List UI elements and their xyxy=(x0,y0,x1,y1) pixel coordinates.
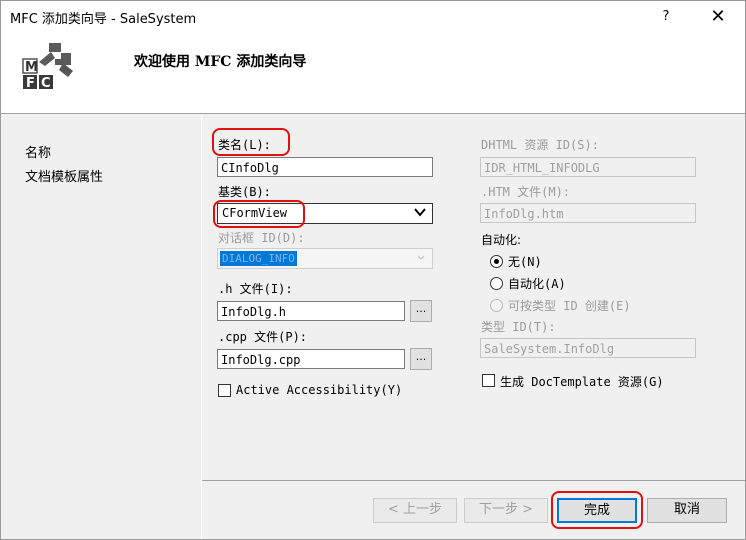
nav-item-doc-template[interactable]: 文档模板属性 xyxy=(25,166,103,185)
automation-none-label: 无(N) xyxy=(508,255,542,269)
main-pane: 类名(L): CInfoDlg 基类(B): CFormView 对话框 ID(… xyxy=(202,114,745,539)
cpp-file-label: .cpp 文件(P): xyxy=(218,330,308,344)
base-class-value: CFormView xyxy=(222,206,288,220)
dhtml-id-label: DHTML 资源 ID(S): xyxy=(481,138,599,152)
type-id-label: 类型 ID(T): xyxy=(481,320,556,334)
htm-file-input[interactable]: InfoDlg.htm xyxy=(480,203,696,223)
automation-createable-label: 可按类型 ID 创建(E) xyxy=(508,299,631,313)
wizard-heading: 欢迎使用 MFC 添加类向导 xyxy=(134,54,307,70)
h-file-browse-button[interactable]: ... xyxy=(410,300,432,322)
dialog-id-select[interactable]: DIALOG_INFO xyxy=(217,248,433,269)
automation-none-radio[interactable] xyxy=(490,255,503,268)
window-title: MFC 添加类向导 - SaleSystem xyxy=(10,12,197,27)
help-icon[interactable]: ? xyxy=(655,6,677,28)
dialog-window: MFC 添加类向导 - SaleSystem ? ✕ M F C 欢迎使用 MF… xyxy=(0,0,746,540)
footer-separator xyxy=(202,480,745,481)
cancel-button[interactable]: 取消 xyxy=(647,498,727,523)
class-name-input[interactable]: CInfoDlg xyxy=(217,157,433,177)
h-file-label: .h 文件(I): xyxy=(218,282,293,296)
doc-template-label: 生成 DocTemplate 资源(G) xyxy=(500,375,664,389)
automation-auto-radio[interactable] xyxy=(490,277,503,290)
next-button[interactable]: 下一步 > xyxy=(464,498,548,523)
automation-label: 自动化: xyxy=(481,233,522,247)
logo-letter-c: C xyxy=(41,76,51,91)
cpp-file-browse-button[interactable]: ... xyxy=(410,348,432,370)
back-button[interactable]: < 上一步 xyxy=(373,498,457,523)
active-accessibility-checkbox[interactable] xyxy=(218,384,231,397)
dialog-id-value: DIALOG_INFO xyxy=(220,251,297,266)
h-file-input[interactable]: InfoDlg.h xyxy=(217,301,405,321)
doc-template-checkbox[interactable] xyxy=(482,374,495,387)
nav-item-name[interactable]: 名称 xyxy=(25,142,51,161)
chevron-down-icon xyxy=(415,250,427,270)
logo-letter-f: F xyxy=(26,76,35,91)
chevron-down-icon xyxy=(413,205,427,225)
htm-file-label: .HTM 文件(M): xyxy=(481,185,571,199)
dialog-id-label: 对话框 ID(D): xyxy=(218,231,305,245)
base-class-select[interactable]: CFormView xyxy=(217,203,433,224)
active-accessibility-label: Active Accessibility(Y) xyxy=(236,383,403,397)
base-class-label: 基类(B): xyxy=(218,185,271,199)
cpp-file-input[interactable]: InfoDlg.cpp xyxy=(217,349,405,369)
title-bar: MFC 添加类向导 - SaleSystem ? ✕ xyxy=(1,1,745,33)
nav-pane: 名称 文档模板属性 xyxy=(1,114,201,539)
automation-auto-label: 自动化(A) xyxy=(508,277,566,291)
type-id-input[interactable]: SaleSystem.InfoDlg xyxy=(480,338,696,358)
mfc-logo-icon: M F C xyxy=(22,43,73,91)
dhtml-id-input[interactable]: IDR_HTML_INFODLG xyxy=(480,157,696,177)
logo-letter-m: M xyxy=(25,60,38,75)
finish-button[interactable]: 完成 xyxy=(557,498,637,523)
close-icon[interactable]: ✕ xyxy=(705,6,731,28)
mfc-logo: M F C xyxy=(21,41,81,103)
class-name-label: 类名(L): xyxy=(218,138,271,152)
automation-createable-radio[interactable] xyxy=(490,299,503,312)
